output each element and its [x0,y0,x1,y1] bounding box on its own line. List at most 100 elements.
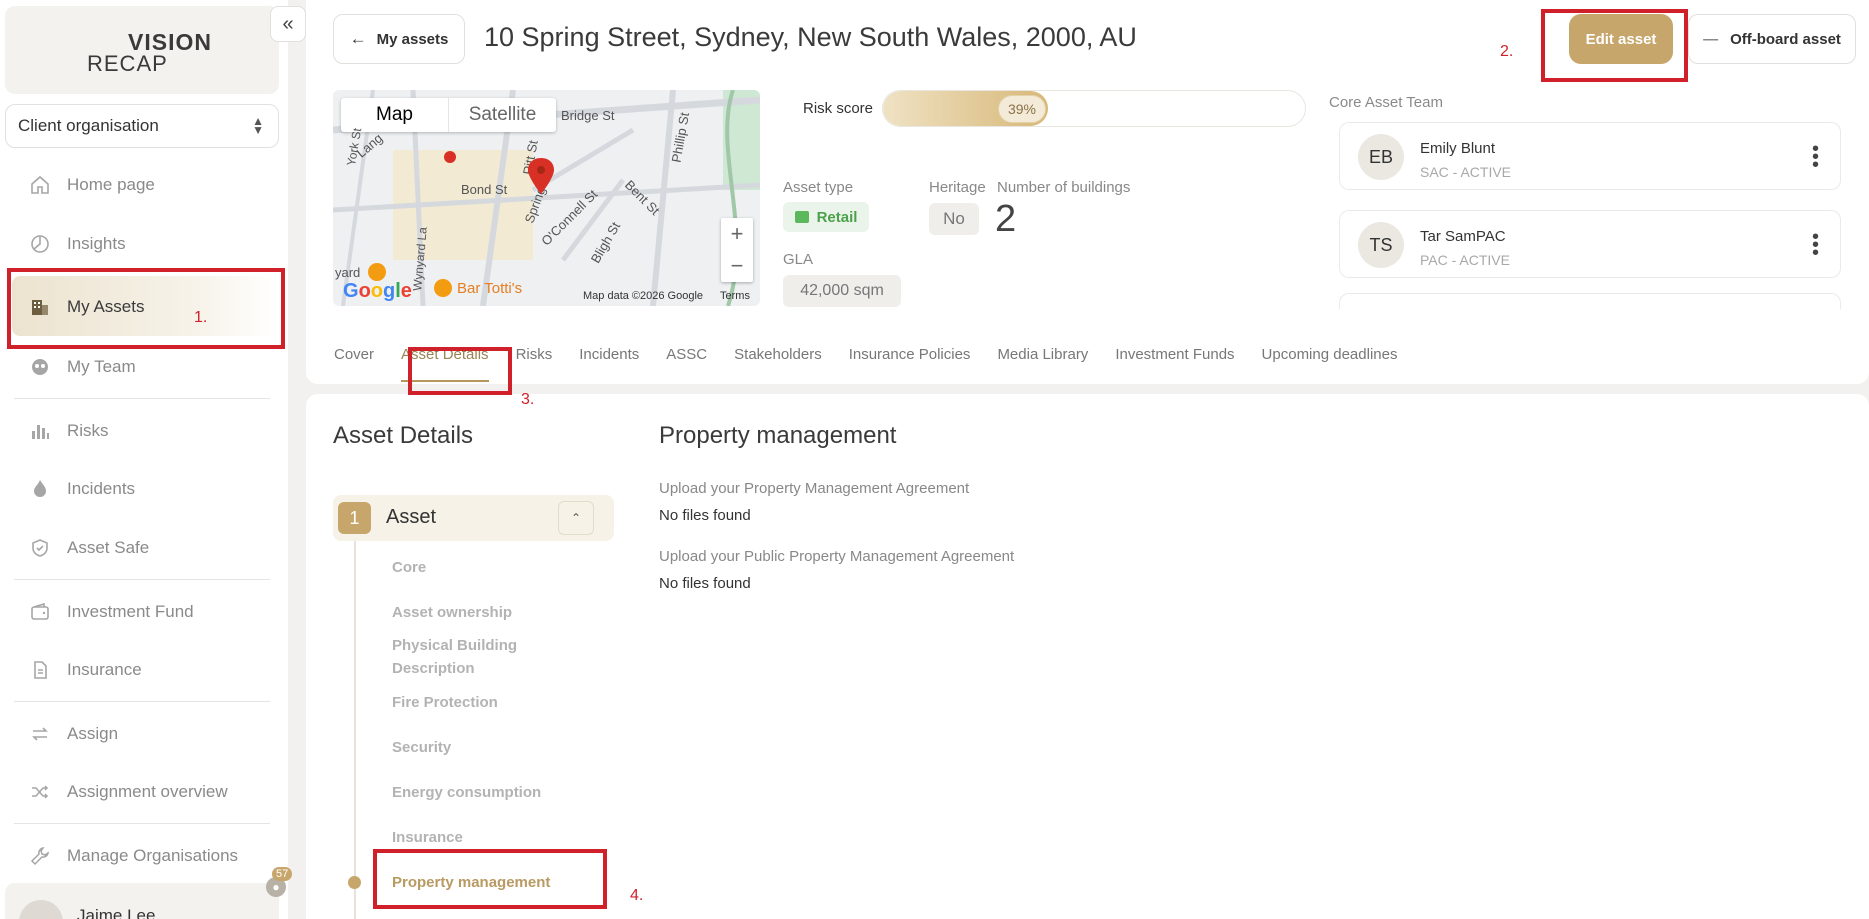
sidebar-item-insights[interactable]: Insights [28,229,126,259]
core-team-title: Core Asset Team [1329,94,1443,111]
tab-assc[interactable]: ASSC [666,346,707,386]
map-pin-icon[interactable] [526,156,556,196]
tab-insurance-policies[interactable]: Insurance Policies [849,346,971,386]
step-asset[interactable]: 1 Asset ⌃ [333,495,614,541]
map-tab[interactable]: Map [341,98,448,132]
select-chevron-icon: ▲ ▼ [252,114,264,137]
upload-value: No files found [659,507,751,524]
shuffle-icon [28,780,52,804]
asset-type-label: Asset type [783,179,854,196]
map-street-label: Bridge St [561,108,615,123]
shield-icon [28,536,52,560]
sidebar-item-label: Insights [67,234,126,253]
sidebar-item-label: Asset Safe [67,538,150,557]
step-number: 1 [338,502,371,534]
kebab-menu-icon[interactable]: • • • [1812,139,1819,175]
home-icon [28,173,52,197]
tab-media-library[interactable]: Media Library [997,346,1088,386]
step-connector [354,541,356,919]
bar-chart-icon [28,419,52,443]
tab-upcoming-deadlines[interactable]: Upcoming deadlines [1262,346,1398,386]
asset-map[interactable]: Map Satellite Bridge St Bond St Pitt St … [333,90,760,306]
upload-value: No files found [659,575,751,592]
logo[interactable]: VISION RECAP [5,6,279,94]
back-to-my-assets-button[interactable]: ← My assets [333,14,465,64]
map-terms-link[interactable]: Terms [720,290,750,302]
risk-score-value: 39% [998,95,1046,123]
sidebar-divider [14,823,270,824]
sidebar-item-label: Insurance [67,660,142,679]
zoom-in-button[interactable]: + [721,218,753,250]
chevron-up-icon[interactable]: ⌃ [558,501,594,535]
map-transit-icon [444,151,456,163]
annotation-label-4: 4. [630,887,644,904]
offboard-asset-button[interactable]: — Off-board asset [1688,14,1856,64]
step-item-energy-consumption[interactable]: Energy consumption [392,781,541,804]
section-title: Asset Details [333,422,474,449]
team-member-role: SAC - ACTIVE [1420,164,1512,180]
upload-label: Upload your Property Management Agreemen… [659,480,970,497]
active-step-dot [348,876,361,889]
sidebar-item-risks[interactable]: Risks [28,416,109,446]
sidebar-item-home[interactable]: Home page [28,170,155,200]
swap-arrows-icon [28,722,52,746]
team-member-card[interactable]: TS Tar SamPAC PAC - ACTIVE • • • [1339,210,1841,278]
sidebar-item-my-team[interactable]: My Team [28,352,136,382]
step-label: Asset [386,506,437,528]
heritage-value: No [929,203,979,235]
sidebar: VISION RECAP Client organisation ▲ ▼ Home… [0,0,288,919]
kebab-menu-icon[interactable]: • • • [1812,227,1819,263]
tab-incidents[interactable]: Incidents [579,346,639,386]
map-type-toggle: Map Satellite [341,98,556,132]
gla-label: GLA [783,251,814,268]
step-item-asset-ownership[interactable]: Asset ownership [392,601,512,624]
tab-stakeholders[interactable]: Stakeholders [734,346,822,386]
user-profile[interactable]: Jaime Lee [5,883,279,919]
double-chevron-left-icon: « [282,12,294,35]
map-poi-label: Bar Totti's [457,280,523,297]
annotation-box-3 [408,347,512,395]
upload-label: Upload your Public Property Management A… [659,548,1015,565]
step-item-insurance[interactable]: Insurance [392,826,463,849]
minus-icon: — [1703,30,1719,48]
satellite-tab[interactable]: Satellite [448,98,556,132]
flame-icon [28,477,52,501]
risk-score-label: Risk score [803,100,874,117]
avatar: EB [1358,134,1404,180]
sidebar-item-manage-organisations[interactable]: Manage Organisations [28,841,238,871]
team-member-card[interactable] [1339,293,1841,309]
sidebar-item-assignment-overview[interactable]: Assignment overview [28,777,228,807]
sidebar-item-insurance[interactable]: Insurance [28,655,142,685]
sidebar-item-label: My Team [67,357,136,376]
google-logo: Google [343,280,412,302]
step-item-security[interactable]: Security [392,736,451,759]
step-item-physical-building-description[interactable]: Physical Building Description [392,634,542,680]
tab-cover[interactable]: Cover [334,346,374,386]
avatar: TS [1358,222,1404,268]
sidebar-item-assign[interactable]: Assign [28,719,118,749]
annotation-label-1: 1. [194,309,208,326]
offboard-button-label: Off-board asset [1730,30,1841,48]
sidebar-item-incidents[interactable]: Incidents [28,474,135,504]
annotation-label-2: 2. [1500,43,1514,60]
map-street-label: Bond St [461,182,508,197]
organisation-select-value: Client organisation [18,116,159,135]
asset-type-badge: Retail [783,202,869,232]
zoom-out-button[interactable]: − [721,250,753,282]
annotation-box-4 [373,849,607,909]
tab-risks[interactable]: Risks [516,346,553,386]
asset-type-value: Retail [816,208,858,226]
tab-investment-funds[interactable]: Investment Funds [1115,346,1234,386]
sidebar-item-investment-fund[interactable]: Investment Fund [28,597,194,627]
sidebar-item-asset-safe[interactable]: Asset Safe [28,533,149,563]
buildings-label: Number of buildings [997,179,1131,196]
sidebar-divider [14,398,270,399]
sidebar-item-label: Assignment overview [67,782,228,801]
team-member-card[interactable]: EB Emily Blunt SAC - ACTIVE • • • [1339,122,1841,190]
step-item-fire-protection[interactable]: Fire Protection [392,691,498,714]
organisation-select[interactable]: Client organisation ▲ ▼ [5,104,279,148]
step-item-core[interactable]: Core [392,556,426,579]
page-title: 10 Spring Street, Sydney, New South Wale… [484,22,1137,52]
collapse-sidebar-button[interactable]: « [270,6,306,42]
back-button-label: My assets [376,30,449,48]
